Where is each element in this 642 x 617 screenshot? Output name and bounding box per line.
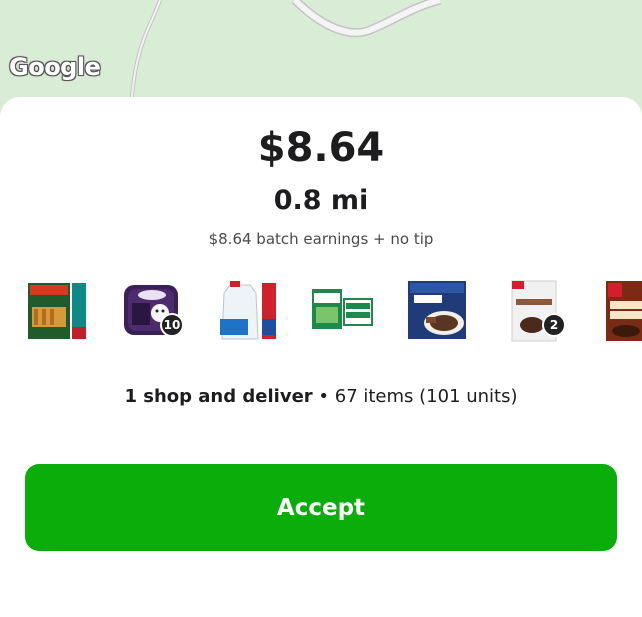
item-thumbnails[interactable]: 10 2 <box>0 279 642 354</box>
soup-mix-box-icon <box>408 281 466 339</box>
brown-gravy-packet-icon <box>606 281 642 341</box>
earnings-note: $8.64 batch earnings + no tip <box>208 230 434 248</box>
item-quantity-badge: 2 <box>542 313 566 337</box>
batch-items-count: 67 items (101 units) <box>334 386 518 407</box>
item-thumbnail[interactable] <box>310 279 382 351</box>
milk-jug-icon <box>220 281 276 340</box>
ranch-seasoning-icon <box>312 289 373 329</box>
batch-summary: 1 shop and deliver • 67 items (101 units… <box>0 386 642 407</box>
item-quantity-badge: 10 <box>160 313 184 337</box>
item-thumbnail[interactable] <box>604 279 642 351</box>
item-thumbnail[interactable]: 2 <box>508 279 580 351</box>
item-thumbnail[interactable] <box>216 279 288 351</box>
item-thumbnail[interactable] <box>26 279 98 351</box>
offer-price: $8.64 <box>257 125 385 171</box>
google-logo: Google <box>9 53 101 81</box>
summary-separator: • <box>318 386 330 407</box>
frozen-food-box-icon <box>28 283 86 339</box>
accept-button[interactable]: Accept <box>25 464 617 551</box>
offer-distance: 0.8 mi <box>273 185 369 216</box>
item-thumbnail[interactable] <box>406 279 478 351</box>
item-thumbnail[interactable]: 10 <box>122 279 194 351</box>
offer-sheet: $8.64 0.8 mi $8.64 batch earnings + no t… <box>0 97 642 617</box>
batch-type: 1 shop and deliver <box>124 386 313 407</box>
